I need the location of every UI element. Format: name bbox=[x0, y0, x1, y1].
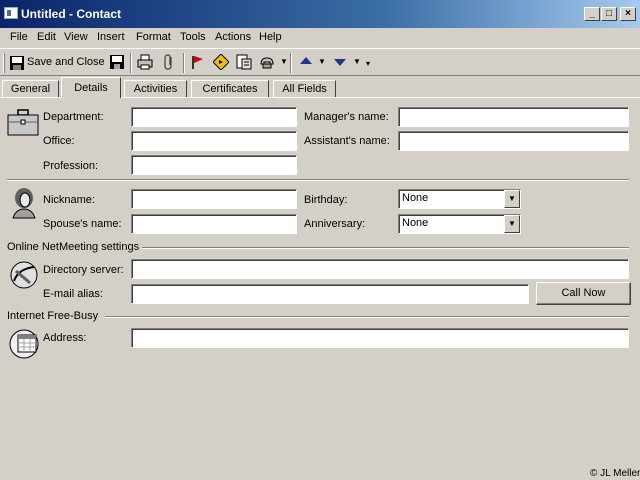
paperclip-icon[interactable] bbox=[161, 54, 177, 70]
contact-card-icon[interactable] bbox=[4, 7, 18, 19]
new-call-icon[interactable] bbox=[259, 54, 275, 70]
follow-up-flag-icon[interactable] bbox=[190, 54, 206, 70]
save-icon[interactable] bbox=[109, 54, 125, 70]
birthday-label: Birthday: bbox=[304, 194, 348, 206]
next-item-icon[interactable] bbox=[332, 54, 348, 70]
menu-tools[interactable]: Tools bbox=[180, 31, 206, 43]
office-field[interactable] bbox=[131, 131, 297, 151]
minimize-button[interactable]: _ bbox=[584, 7, 600, 21]
birthday-dropdown-button[interactable]: ▼ bbox=[504, 190, 520, 208]
office-label: Office: bbox=[43, 135, 75, 147]
birthday-field[interactable]: None bbox=[398, 189, 521, 209]
standard-toolbar: Save and Close ▼ ▼ ▼ ▾ bbox=[0, 48, 640, 76]
profession-field[interactable] bbox=[131, 155, 297, 175]
department-field[interactable] bbox=[131, 107, 297, 127]
anniversary-dropdown-button[interactable]: ▼ bbox=[504, 215, 520, 233]
floppy-disk-icon bbox=[10, 56, 24, 70]
assistants-name-field[interactable] bbox=[398, 131, 629, 151]
tab-strip: General Details Activities Certificates … bbox=[0, 76, 640, 98]
tab-activities[interactable]: Activities bbox=[124, 80, 187, 98]
categories-icon[interactable] bbox=[213, 54, 229, 70]
directory-server-label: Directory server: bbox=[43, 264, 124, 276]
nickname-field[interactable] bbox=[131, 189, 297, 209]
maximize-button[interactable]: □ bbox=[601, 7, 617, 21]
save-and-close-label: Save and Close bbox=[27, 56, 105, 68]
menu-format[interactable]: Format bbox=[136, 31, 171, 43]
window-title: Untitled - Contact bbox=[21, 7, 121, 21]
email-alias-label: E-mail alias: bbox=[43, 288, 103, 300]
netmeeting-heading: Online NetMeeting settings bbox=[7, 241, 140, 253]
calendar-icon bbox=[9, 329, 39, 359]
birthday-value: None bbox=[402, 192, 429, 204]
tab-all-fields[interactable]: All Fields bbox=[273, 80, 336, 98]
title-bar[interactable]: Untitled - Contact _ □ × bbox=[0, 0, 640, 28]
tab-details[interactable]: Details bbox=[61, 77, 121, 98]
call-now-button[interactable]: Call Now bbox=[536, 282, 631, 305]
dropdown-arrow-icon[interactable]: ▼ bbox=[280, 57, 288, 66]
directory-server-field[interactable] bbox=[131, 259, 629, 279]
spouses-name-field[interactable] bbox=[131, 214, 297, 234]
spouses-name-label: Spouse's name: bbox=[43, 218, 122, 230]
dropdown-arrow-icon[interactable]: ▼ bbox=[318, 57, 326, 66]
email-alias-field[interactable] bbox=[131, 284, 529, 304]
toolbar-separator bbox=[130, 53, 132, 73]
previous-item-icon[interactable] bbox=[298, 54, 314, 70]
print-icon[interactable] bbox=[137, 54, 153, 70]
details-tab-panel: Department: Office: Profession: Manager'… bbox=[0, 97, 640, 480]
department-label: Department: bbox=[43, 111, 104, 123]
menu-edit[interactable]: Edit bbox=[37, 31, 56, 43]
section-divider bbox=[142, 247, 629, 249]
dropdown-arrow-icon[interactable]: ▼ bbox=[353, 57, 361, 66]
anniversary-field[interactable]: None bbox=[398, 214, 521, 234]
assistants-name-label: Assistant's name: bbox=[304, 135, 390, 147]
toolbar-grip[interactable] bbox=[3, 53, 5, 73]
section-divider bbox=[7, 179, 629, 181]
address-label: Address: bbox=[43, 332, 87, 344]
section-divider bbox=[105, 316, 629, 318]
toolbar-options-icon[interactable]: ▾ bbox=[366, 59, 370, 68]
toolbar-separator bbox=[290, 53, 292, 73]
managers-name-field[interactable] bbox=[398, 107, 629, 127]
close-button[interactable]: × bbox=[620, 7, 636, 21]
menu-help[interactable]: Help bbox=[259, 31, 282, 43]
menu-bar: File Edit View Insert Format Tools Actio… bbox=[0, 28, 640, 48]
profession-label: Profession: bbox=[43, 160, 99, 172]
netmeeting-icon bbox=[10, 261, 38, 289]
nickname-label: Nickname: bbox=[43, 194, 95, 206]
tab-general[interactable]: General bbox=[2, 80, 59, 98]
briefcase-icon bbox=[7, 109, 39, 136]
tab-certificates[interactable]: Certificates bbox=[191, 80, 269, 98]
display-map-icon[interactable] bbox=[236, 54, 252, 70]
save-and-close-button[interactable]: Save and Close bbox=[8, 52, 106, 74]
anniversary-value: None bbox=[402, 217, 429, 229]
watermark: © JL Meller bbox=[590, 468, 640, 479]
managers-name-label: Manager's name: bbox=[304, 111, 389, 123]
menu-view[interactable]: View bbox=[64, 31, 88, 43]
freebusy-address-field[interactable] bbox=[131, 328, 629, 348]
person-icon bbox=[12, 188, 36, 219]
menu-actions[interactable]: Actions bbox=[215, 31, 251, 43]
menu-insert[interactable]: Insert bbox=[97, 31, 125, 43]
anniversary-label: Anniversary: bbox=[304, 218, 366, 230]
toolbar-separator bbox=[183, 53, 185, 73]
freebusy-heading: Internet Free-Busy bbox=[7, 310, 99, 322]
menu-file[interactable]: File bbox=[10, 31, 28, 43]
